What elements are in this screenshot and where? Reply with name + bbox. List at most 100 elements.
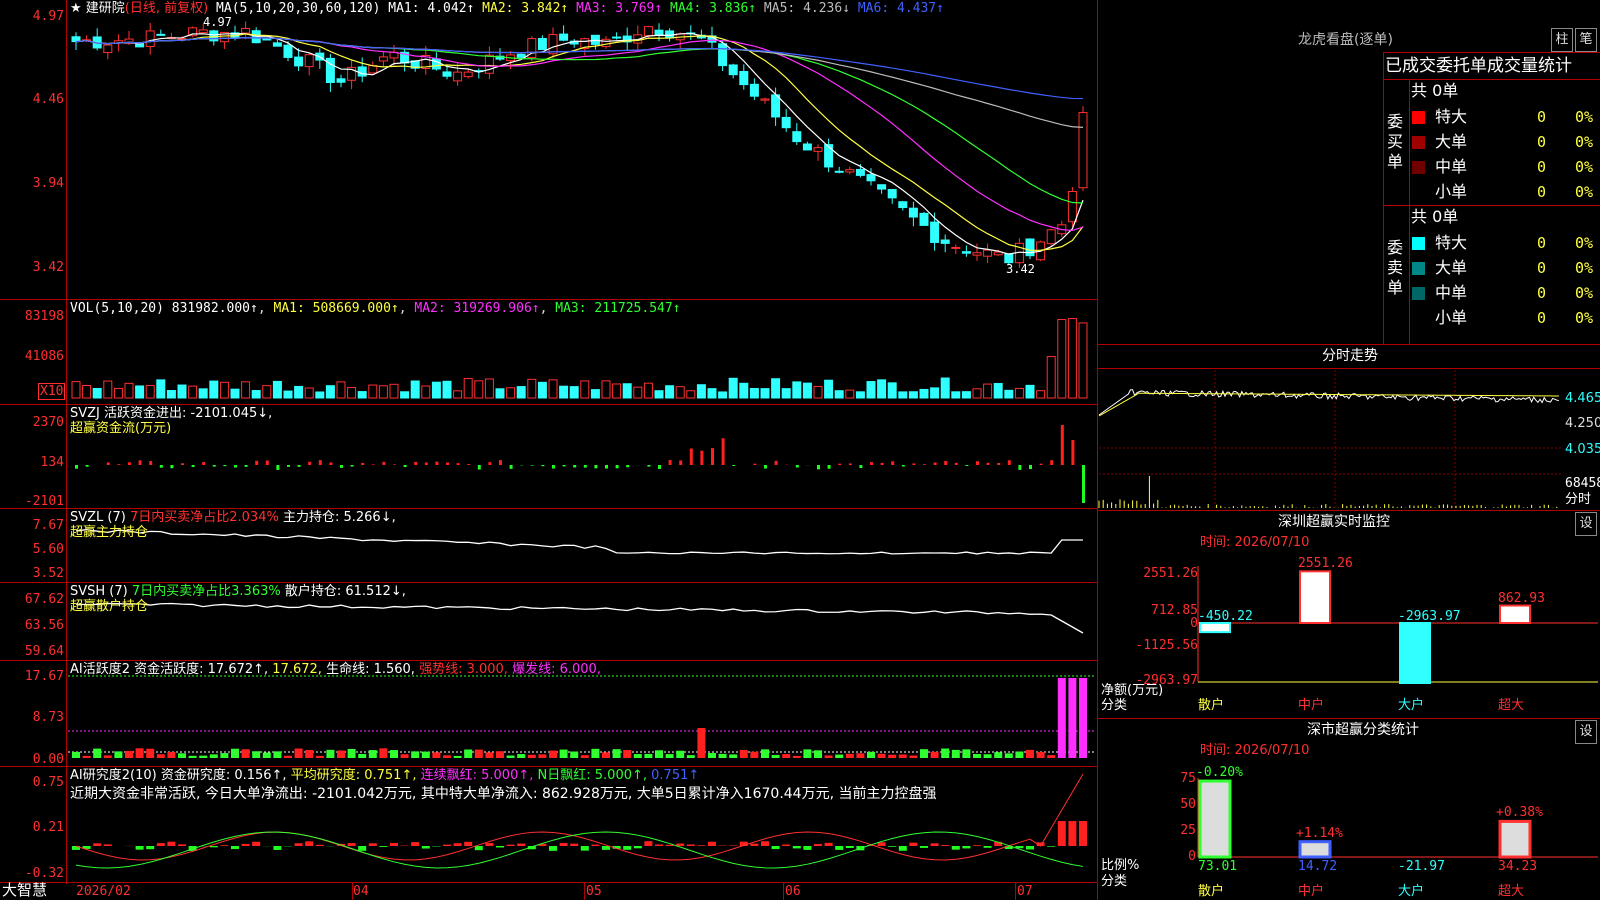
stock-name[interactable]: ★ 建研院 <box>70 1 125 16</box>
activity-bar <box>718 753 727 758</box>
money-flow-bar <box>965 465 969 467</box>
monitor-bar <box>1199 622 1231 634</box>
money-flow-bar <box>287 465 290 467</box>
ma-value-1: MA1: 4.042↑ <box>388 1 475 16</box>
research-bar <box>103 844 112 846</box>
class-category: 超大 <box>1498 884 1525 899</box>
volume-bar <box>92 387 102 399</box>
research-bar <box>761 841 769 846</box>
money-flow-bar <box>552 465 555 469</box>
ma-value-2: MA2: 3.842↑ <box>474 1 569 16</box>
research-bar <box>580 846 589 851</box>
money-flow-bar <box>371 464 375 465</box>
class-value-label: -21.97 <box>1398 859 1445 874</box>
candle <box>463 71 473 78</box>
order-count: 0 <box>1537 259 1547 277</box>
activity-bar <box>379 748 388 758</box>
volume-bar <box>484 378 494 399</box>
research-bar <box>1047 846 1056 847</box>
class-value-label: 73.01 <box>1198 859 1238 874</box>
x-axis-label: 06 <box>785 884 801 899</box>
research-bar <box>241 843 250 846</box>
research-bar <box>835 846 844 850</box>
volume-bar <box>357 391 367 399</box>
volume-bar <box>834 390 844 399</box>
vol-unit-badge[interactable]: X10 <box>38 383 66 400</box>
volume-bar <box>813 385 823 399</box>
ai-active-ytick: 17.67 <box>24 669 64 684</box>
money-flow-bar <box>106 462 110 465</box>
research-bar <box>411 842 420 846</box>
main-ytick: 4.97 <box>32 9 64 24</box>
svsh-header: SVSH (7) 7日内买卖净占比3.363% 散户持仓: 61.512↓, <box>70 584 406 599</box>
order-percent: 0% <box>1575 234 1594 252</box>
x-axis-tick <box>584 882 585 900</box>
candle <box>1078 112 1088 189</box>
ai-research-ytick: 0.75 <box>32 775 64 790</box>
activity-bar <box>612 749 621 758</box>
candle <box>304 54 314 68</box>
volume-bar <box>590 389 600 399</box>
money-flow-bar <box>541 465 545 467</box>
bar-mode-button[interactable]: 柱 <box>1551 28 1573 52</box>
ma-values: MA1: 4.042↑ MA2: 3.842↑ MA3: 3.769↑ MA4:… <box>388 1 944 16</box>
research-bar <box>167 841 176 846</box>
money-flow-bar <box>1071 440 1075 465</box>
activity-bar <box>411 751 420 758</box>
candle <box>792 131 802 143</box>
research-bar <box>920 846 928 848</box>
monitor-ytick: 0 <box>1190 616 1198 631</box>
money-flow-bar <box>488 462 492 465</box>
class-settings-button[interactable]: 设 <box>1575 720 1597 744</box>
volume-bar <box>612 383 622 399</box>
money-flow-bar <box>986 462 990 465</box>
volume-bar <box>198 388 208 399</box>
candle <box>198 29 208 34</box>
money-flow-bar <box>424 462 428 465</box>
activity-bar <box>496 751 504 758</box>
candle <box>951 246 961 249</box>
activity-bar <box>485 752 494 758</box>
research-bar <box>708 841 716 846</box>
research-bar <box>951 846 960 850</box>
activity-bar <box>1015 751 1024 758</box>
research-bar <box>305 841 314 846</box>
volume-bar <box>696 384 706 399</box>
order-count: 0 <box>1537 108 1547 126</box>
volume-bar <box>177 384 187 399</box>
volume-bar <box>537 381 547 399</box>
order-count: 0 <box>1537 133 1547 151</box>
activity-bar <box>326 749 335 758</box>
ai-research-summary: 近期大资金非常活跃, 今日大单净流出: -2101.042万元, 其中特大单净流… <box>70 786 937 802</box>
research-bar <box>252 841 261 846</box>
monitor-settings-button[interactable]: 设 <box>1575 512 1597 536</box>
research-bar <box>782 844 791 846</box>
ai-research-ytick: -0.32 <box>24 866 64 881</box>
research-bar <box>156 843 165 846</box>
activity-bar <box>284 755 292 758</box>
retail-line <box>75 602 1084 634</box>
activity-bar <box>792 755 801 758</box>
volume-bar <box>824 379 834 399</box>
monitor-top-border <box>1097 510 1600 511</box>
activity-bar <box>909 755 918 758</box>
tick-mode-button[interactable]: 笔 <box>1575 28 1597 52</box>
chart-canvas[interactable] <box>0 0 1600 900</box>
monitor-category: 散户 <box>1198 698 1225 713</box>
period-label[interactable]: (日线, 前复权) <box>125 1 208 16</box>
order-size-swatch <box>1412 262 1425 275</box>
candle <box>898 201 908 209</box>
volume-bar <box>707 388 717 399</box>
activity-bar <box>72 751 80 758</box>
activity-bar <box>1057 678 1066 758</box>
svzl-ytick: 7.67 <box>32 518 64 533</box>
intraday-vol-label: 68458 <box>1565 476 1600 491</box>
activity-bar <box>199 755 208 758</box>
money-flow-bar <box>732 465 736 466</box>
class-category: 中户 <box>1298 884 1325 899</box>
volume-bar <box>421 385 431 399</box>
volume-bar <box>951 391 961 399</box>
class-bar <box>1198 779 1232 859</box>
svsh-ytick: 59.64 <box>24 644 64 659</box>
volume-bar <box>919 388 929 399</box>
